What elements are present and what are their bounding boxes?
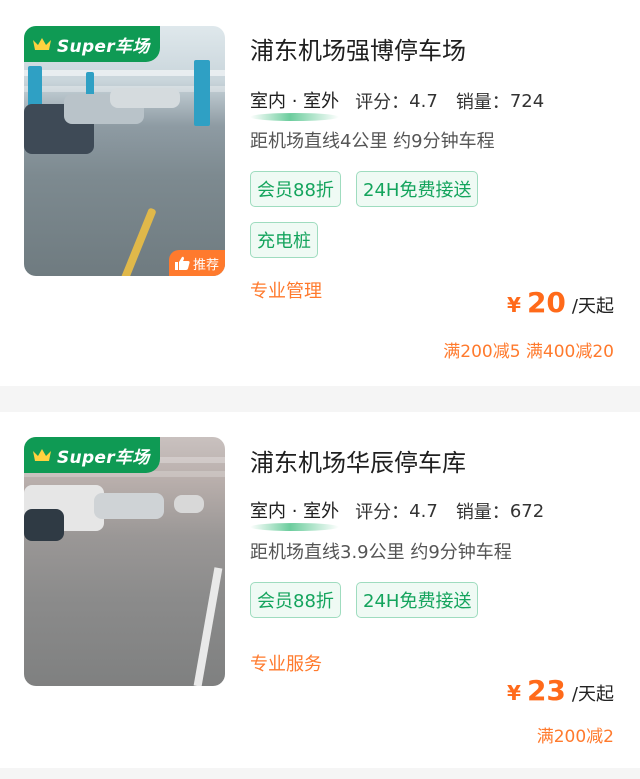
price: ¥ 23 /天起 [507, 674, 614, 707]
lot-type: 室内 · 室外 [250, 497, 340, 531]
tag-member-discount: 会员88折 [250, 171, 341, 207]
parking-lot-photo[interactable]: Super车场 推荐 [24, 26, 225, 276]
currency-symbol: ¥ [507, 293, 521, 317]
rating-value: 4.7 [409, 90, 438, 112]
currency-symbol: ¥ [507, 681, 521, 705]
lot-type-label: 室内 · 室外 [250, 91, 340, 112]
recommend-label: 推荐 [192, 257, 219, 273]
distance-info: 距机场直线3.9公里 约9分钟车程 [250, 542, 512, 563]
thumbs-up-icon [174, 256, 190, 270]
parking-lot-title[interactable]: 浦东机场强博停车场 [250, 31, 466, 66]
parking-garage-image [24, 26, 225, 276]
discount-info: 满200减5 满400减20 [443, 342, 614, 362]
parking-lot-title[interactable]: 浦东机场华辰停车库 [250, 443, 466, 478]
crown-icon [33, 38, 51, 50]
super-badge-label: Super车场 [57, 447, 150, 468]
parking-lot-card[interactable]: Super车场 推荐 浦东机场强博停车场 室内 · 室外 评分： 4.7 销量：… [0, 0, 640, 386]
distance-info: 距机场直线4公里 约9分钟车程 [250, 131, 495, 152]
super-lot-badge: Super车场 [24, 437, 160, 473]
price-unit: /天起 [571, 296, 614, 317]
rating-value: 4.7 [409, 500, 438, 522]
lot-info-row: 室内 · 室外 评分： 4.7 销量： 672 [250, 497, 545, 531]
parking-lot-photo[interactable]: Super车场 [24, 437, 225, 686]
price-unit: /天起 [571, 684, 614, 705]
rating-label: 评分： [355, 502, 410, 523]
tag-charging-pile: 充电桩 [250, 222, 318, 258]
lot-info-row: 室内 · 室外 评分： 4.7 销量： 724 [250, 87, 545, 121]
price-value: 20 [526, 286, 566, 319]
lot-type: 室内 · 室外 [250, 87, 340, 121]
recommend-badge: 推荐 [168, 250, 225, 276]
sales-value: 672 [509, 500, 545, 522]
price: ¥ 20 /天起 [507, 286, 614, 319]
super-lot-badge: Super车场 [24, 26, 160, 62]
tag-member-discount: 会员88折 [250, 582, 341, 618]
crown-icon [33, 449, 51, 461]
discount-info: 满200减2 [536, 727, 614, 747]
sales-label: 销量： [455, 502, 510, 523]
sales-label: 销量： [455, 92, 510, 113]
feature-text: 专业服务 [250, 654, 322, 675]
price-value: 23 [526, 674, 566, 707]
tag-free-shuttle: 24H免费接送 [356, 171, 479, 207]
tag-free-shuttle: 24H免费接送 [356, 582, 479, 618]
rating-label: 评分： [355, 92, 410, 113]
sales-value: 724 [509, 90, 545, 112]
super-badge-label: Super车场 [57, 36, 150, 57]
lot-type-label: 室内 · 室外 [250, 501, 340, 522]
feature-text: 专业管理 [250, 281, 322, 302]
parking-garage-image [24, 437, 225, 686]
